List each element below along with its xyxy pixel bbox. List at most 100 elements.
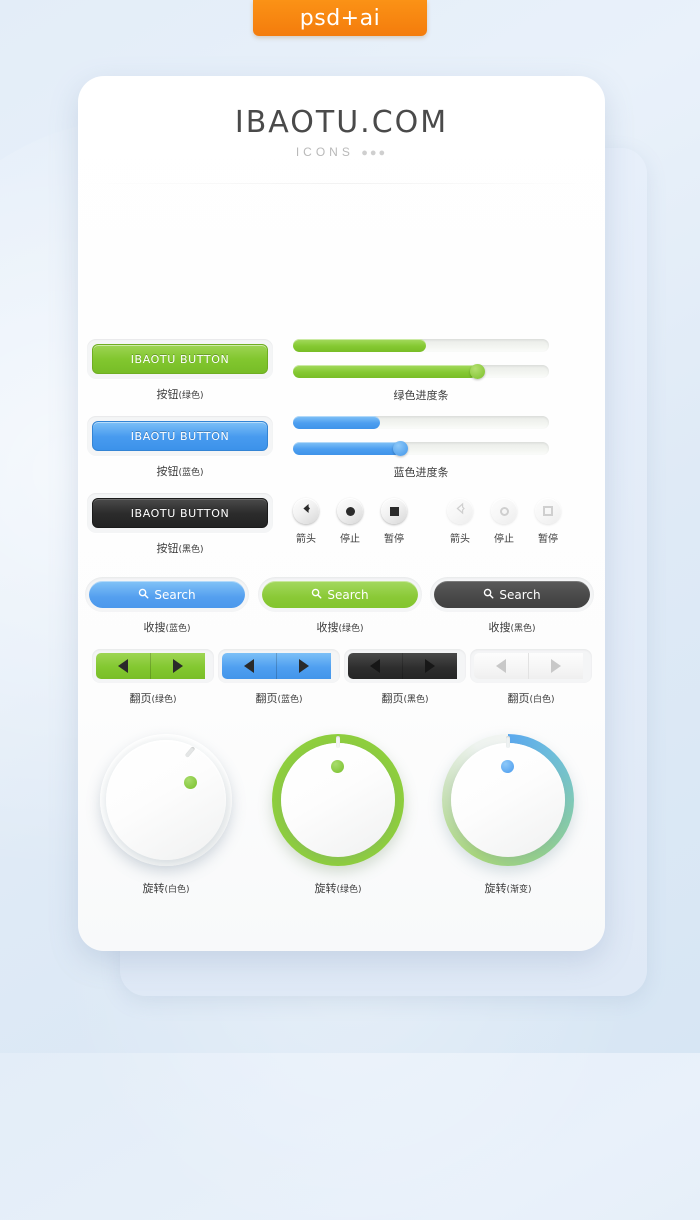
pager-blue-prev[interactable] — [222, 653, 276, 679]
pager-black-frame — [344, 649, 466, 683]
slider-green-track[interactable] — [293, 364, 549, 379]
pager-black-prev[interactable] — [348, 653, 402, 679]
button-blue-group: IBAOTU BUTTON 按钮(蓝色) — [87, 416, 273, 479]
slider-green-fill — [293, 365, 478, 378]
button-black-frame: IBAOTU BUTTON — [87, 493, 273, 533]
progress-blue-track[interactable] — [293, 416, 549, 429]
knob-green[interactable] — [272, 734, 404, 866]
search-black-group: Search 收搜(黑色) — [430, 577, 594, 635]
button-green-label: IBAOTU BUTTON — [130, 352, 230, 366]
search-blue-label: Search — [154, 587, 196, 602]
knob-gradient-indicator — [501, 760, 514, 773]
media-pause-dark-caption: 暂停 — [384, 534, 404, 545]
triangle-left-icon — [370, 659, 380, 673]
search-black-button[interactable]: Search — [434, 581, 590, 608]
stop-square-icon — [389, 506, 399, 516]
button-blue-frame: IBAOTU BUTTON — [87, 416, 273, 456]
pager-blue-group: 翻页(蓝色) — [218, 649, 340, 706]
caption-sub: (黑色) — [178, 545, 204, 555]
triangle-right-icon — [425, 659, 435, 673]
pager-black-next[interactable] — [402, 653, 457, 679]
media-pause-light-caption: 暂停 — [538, 534, 558, 545]
caption-sub: (白色) — [529, 695, 555, 705]
media-arrow-light-button[interactable] — [447, 498, 473, 524]
pager-green-frame — [92, 649, 214, 683]
search-blue-button[interactable]: Search — [89, 581, 245, 608]
arrow-left-icon — [454, 502, 467, 520]
progress-green-track[interactable] — [293, 339, 549, 352]
caption-main: 旋转 — [314, 882, 337, 895]
button-black-caption: 按钮(黑色) — [87, 540, 273, 556]
media-stop-dark-button[interactable] — [337, 498, 363, 524]
record-circle-icon — [499, 506, 509, 516]
pager-white-frame — [470, 649, 592, 683]
pager-white-group: 翻页(白色) — [470, 649, 592, 706]
media-buttons-dark: 箭头 停止 暂停 — [293, 498, 407, 545]
search-blue-frame: Search — [85, 577, 249, 612]
icon-showcase: IBAOTU BUTTON 按钮(绿色) IBAOTU BUTTON 按钮(蓝色… — [78, 184, 605, 951]
search-black-frame: Search — [430, 577, 594, 612]
pager-green — [96, 653, 210, 679]
button-blue-caption: 按钮(蓝色) — [87, 463, 273, 479]
caption-main: 按钮 — [156, 388, 179, 401]
knob-white-face — [106, 740, 226, 860]
triangle-left-icon — [244, 659, 254, 673]
knob-gradient-group: 旋转(渐变) — [438, 734, 578, 896]
pager-green-prev[interactable] — [96, 653, 150, 679]
search-blue-caption: 收搜(蓝色) — [85, 619, 249, 635]
slider-green-handle[interactable] — [469, 364, 485, 379]
knob-green-indicator — [331, 760, 344, 773]
media-pause-light-button[interactable] — [535, 498, 561, 524]
caption-sub: (蓝色) — [165, 624, 191, 634]
caption-sub: (蓝色) — [277, 695, 303, 705]
search-green-group: Search 收搜(绿色) — [258, 577, 422, 635]
slider-blue-track[interactable] — [293, 441, 549, 456]
button-black-label: IBAOTU BUTTON — [130, 506, 230, 520]
pager-blue-next[interactable] — [276, 653, 331, 679]
knob-white[interactable] — [100, 734, 232, 866]
button-green[interactable]: IBAOTU BUTTON — [92, 344, 268, 374]
caption-sub: (蓝色) — [178, 468, 204, 478]
triangle-right-icon — [173, 659, 183, 673]
caption-sub: (黑色) — [510, 624, 536, 634]
preview-card: IBAOTU.COM ICONS ●●● IBAOTU BUTTON 按钮(绿色… — [78, 76, 605, 951]
search-icon — [483, 588, 494, 602]
caption-main: 收搜 — [488, 621, 511, 634]
pager-green-caption: 翻页(绿色) — [92, 690, 214, 706]
pager-white-next[interactable] — [528, 653, 583, 679]
button-blue[interactable]: IBAOTU BUTTON — [92, 421, 268, 451]
knob-gradient[interactable] — [442, 734, 574, 866]
knob-gradient-caption: 旋转(渐变) — [438, 880, 578, 896]
caption-sub: (绿色) — [178, 391, 204, 401]
record-circle-icon — [345, 506, 355, 516]
caption-sub: (绿色) — [336, 885, 362, 895]
media-arrow-light-caption: 箭头 — [450, 534, 470, 545]
caption-sub: (白色) — [164, 885, 190, 895]
search-green-frame: Search — [258, 577, 422, 612]
ribbon-label: psd+ai — [299, 5, 381, 31]
button-black[interactable]: IBAOTU BUTTON — [92, 498, 268, 528]
search-icon — [311, 588, 322, 602]
caption-main: 按钮 — [156, 465, 179, 478]
media-arrow-light-group: 箭头 — [447, 498, 473, 545]
pager-white-prev[interactable] — [474, 653, 528, 679]
knob-white-caption: 旋转(白色) — [96, 880, 236, 896]
media-arrow-dark-button[interactable] — [293, 498, 319, 524]
search-green-label: Search — [327, 587, 369, 602]
caption-main: 收搜 — [316, 621, 339, 634]
caption-main: 按钮 — [156, 542, 179, 555]
progress-blue-group: 蓝色进度条 — [293, 416, 549, 480]
pager-green-next[interactable] — [150, 653, 205, 679]
search-green-button[interactable]: Search — [262, 581, 418, 608]
media-stop-light-caption: 停止 — [494, 534, 514, 545]
caption-sub: (渐变) — [506, 885, 532, 895]
progress-green-group: 绿色进度条 — [293, 339, 549, 403]
media-stop-light-button[interactable] — [491, 498, 517, 524]
media-pause-dark-button[interactable] — [381, 498, 407, 524]
caption-main: 翻页 — [381, 692, 404, 705]
slider-blue-handle[interactable] — [393, 441, 409, 456]
pager-blue-caption: 翻页(蓝色) — [218, 690, 340, 706]
arrow-left-icon — [300, 502, 313, 520]
caption-main: 收搜 — [143, 621, 166, 634]
media-stop-dark-caption: 停止 — [340, 534, 360, 545]
